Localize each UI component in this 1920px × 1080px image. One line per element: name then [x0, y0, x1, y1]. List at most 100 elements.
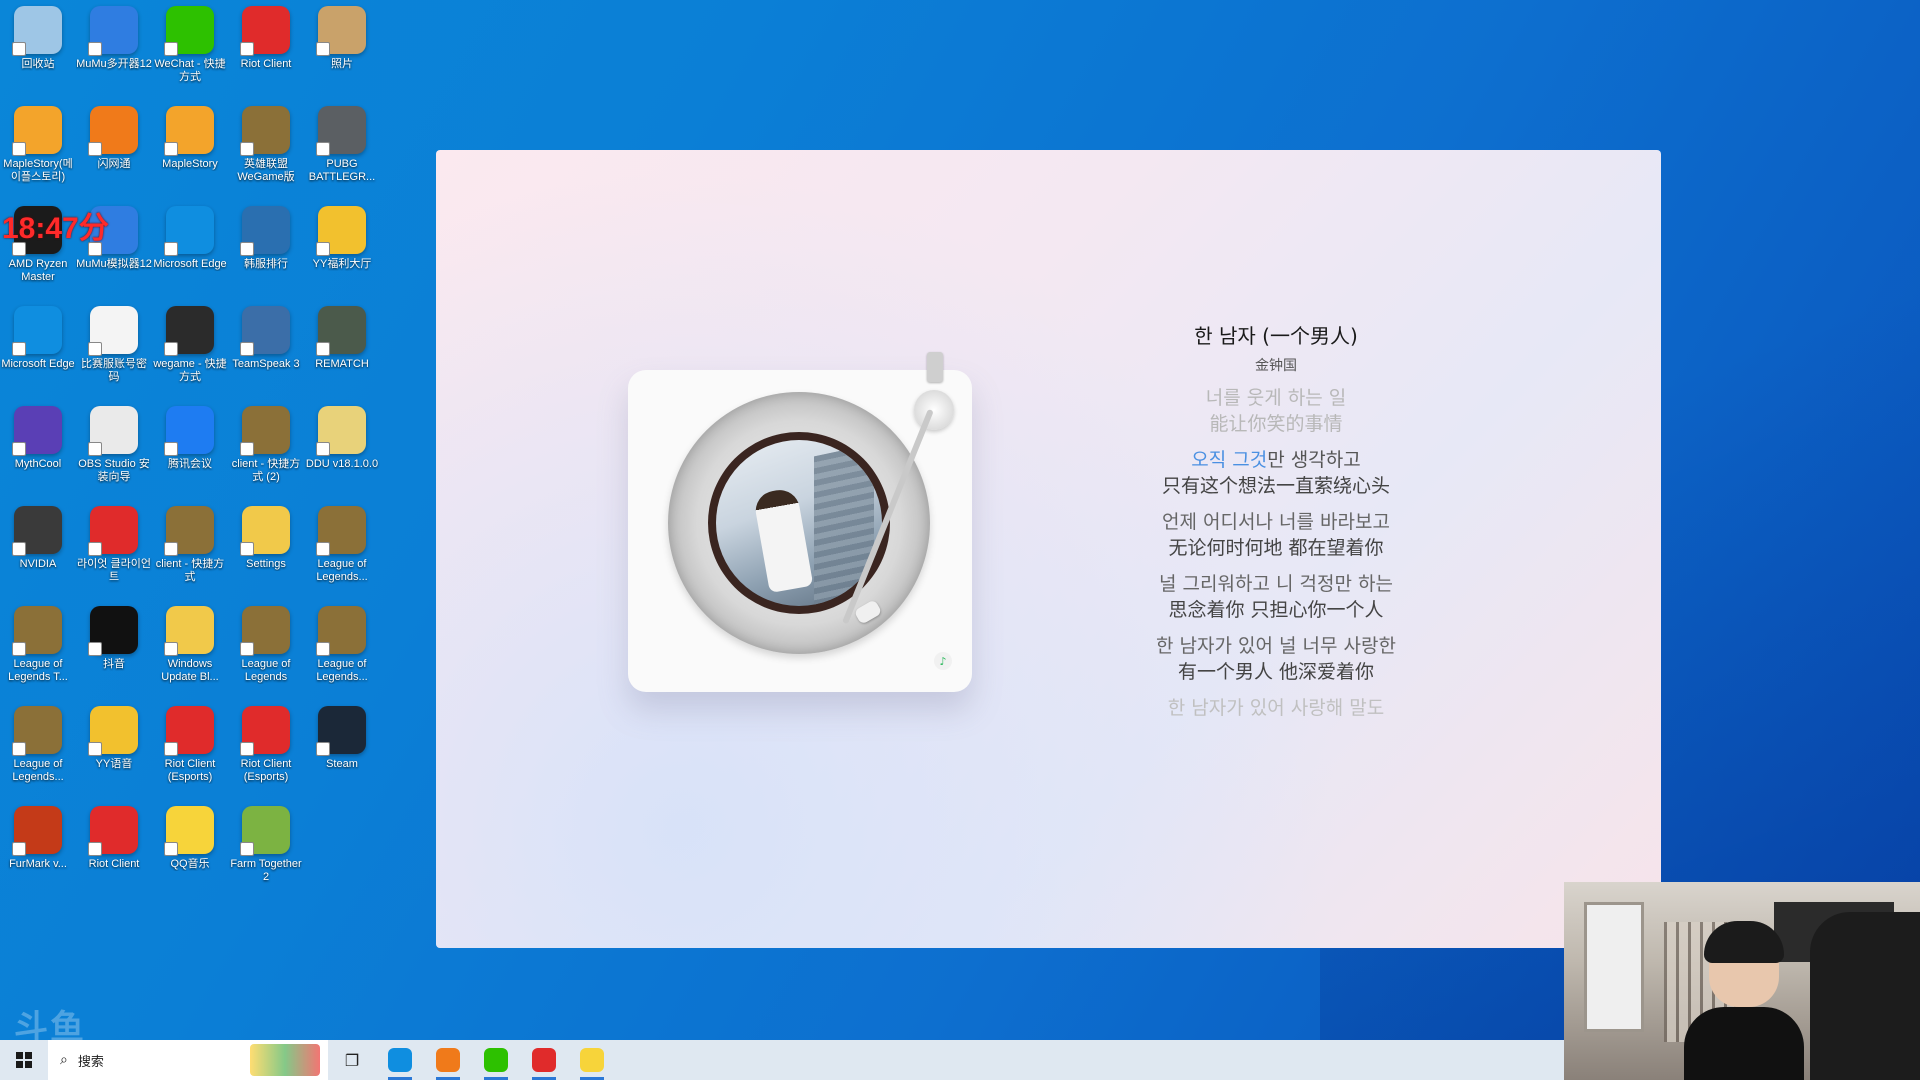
qq-music-taskbar[interactable]	[568, 1040, 616, 1080]
edge-taskbar[interactable]	[376, 1040, 424, 1080]
lyric-lines: 너를 웃게 하는 일 能让你笑的事情 오직 그것만 생각하고 只有这个想法一直萦绕心头…	[1116, 385, 1436, 721]
desktop-icon[interactable]: 比赛服账号密码	[76, 300, 152, 400]
desktop-icon[interactable]: TeamSpeak 3	[228, 300, 304, 400]
desktop-icon-label: Microsoft Edge	[153, 258, 227, 270]
turntable: ♪	[628, 352, 972, 692]
desktop-icon-label: League of Legends...	[316, 658, 368, 683]
album-cover-figure	[752, 486, 814, 594]
pubg-icon	[316, 106, 366, 156]
desktop-icon-label: 英雄联盟WeGame版	[237, 158, 295, 183]
desktop-icon[interactable]: PUBG BATTLEGR...	[304, 100, 380, 200]
desktop-icon[interactable]: Microsoft Edge	[0, 300, 76, 400]
tencent-meeting-icon	[164, 406, 214, 456]
app-orange-taskbar[interactable]	[424, 1040, 472, 1080]
desktop-icon-label: MapleStory(메이플스토리)	[3, 158, 73, 183]
qq-music-badge-icon[interactable]: ♪	[934, 652, 952, 670]
folder-icon	[164, 606, 214, 656]
desktop-icon[interactable]: MapleStory(메이플스토리)	[0, 100, 76, 200]
desktop-icon[interactable]: Settings	[228, 500, 304, 600]
desktop-icon[interactable]: wegame - 快捷方式	[152, 300, 228, 400]
lyric-chinese: 思念着你 只担心你一个人	[1168, 599, 1384, 621]
desktop-icon[interactable]: client - 快捷方式 (2)	[228, 400, 304, 500]
desktop-icon[interactable]: MythCool	[0, 400, 76, 500]
desktop-icon[interactable]: Riot Client (Esports)	[152, 700, 228, 800]
desktop-icon[interactable]: DDU v18.1.0.0	[304, 400, 380, 500]
webcam-person-hair	[1704, 921, 1784, 963]
desktop-icon[interactable]: League of Legends T...	[0, 600, 76, 700]
desktop-icon-label: League of Legends T...	[8, 658, 68, 683]
desktop-icon[interactable]: 英雄联盟WeGame版	[228, 100, 304, 200]
desktop-icon[interactable]: Riot Client	[228, 0, 304, 100]
desktop-icon[interactable]: OBS Studio 安装向导	[76, 400, 152, 500]
desktop-icon-label: Farm Together 2	[230, 858, 302, 883]
lol-icon	[316, 606, 366, 656]
desktop-icon-label: client - 快捷方式 (2)	[231, 458, 301, 483]
desktop-icon[interactable]: YY福利大厅	[304, 200, 380, 300]
desktop-icon[interactable]: 韩服排行	[228, 200, 304, 300]
desktop-icon[interactable]: QQ音乐	[152, 800, 228, 900]
desktop-icon[interactable]: Farm Together 2	[228, 800, 304, 900]
desktop-icon[interactable]: FurMark v...	[0, 800, 76, 900]
desktop-icon-label: 腾讯会议	[168, 458, 212, 470]
desktop-icon-label: REMATCH	[315, 358, 369, 370]
maplestory-icon	[12, 106, 62, 156]
desktop-icon[interactable]: YY语音	[76, 700, 152, 800]
lyric-line[interactable]: 한 남자가 있어 널 너무 사랑한 有一个男人 他深爱着你	[1116, 633, 1436, 685]
lyric-chinese: 有一个男人 他深爱着你	[1177, 661, 1375, 683]
lyric-chinese: 能让你笑的事情	[1209, 413, 1343, 435]
desktop-icon-label: 抖音	[103, 658, 125, 670]
lyric-line[interactable]: 언제 어디서나 너를 바라보고 无论何时何地 都在望着你	[1116, 509, 1436, 561]
desktop-icon[interactable]: League of Legends	[228, 600, 304, 700]
lyric-line[interactable]: 너를 웃게 하는 일 能让你笑的事情	[1116, 385, 1436, 437]
start-button[interactable]	[0, 1040, 48, 1080]
teamspeak-icon	[240, 306, 290, 356]
desktop-icon[interactable]: 腾讯会议	[152, 400, 228, 500]
desktop-icon[interactable]: League of Legends...	[304, 500, 380, 600]
folder-icon	[240, 506, 290, 556]
wechat-taskbar[interactable]	[472, 1040, 520, 1080]
lyric-line[interactable]: 한 남자가 있어 사랑해 말도	[1116, 695, 1436, 721]
overlay-timer-text: 18:47分	[2, 212, 109, 245]
riot-client-icon	[88, 806, 138, 856]
desktop-icon-label: 回收站	[21, 58, 55, 70]
desktop-icon[interactable]: MuMu多开器12	[76, 0, 152, 100]
album-cover-building	[814, 443, 874, 606]
desktop-icon[interactable]: League of Legends...	[304, 600, 380, 700]
lyric-korean: 한 남자가 있어 널 너무 사랑한	[1116, 633, 1436, 659]
desktop-icon-label: 韩服排行	[244, 258, 288, 270]
douyin-icon	[88, 606, 138, 656]
desktop-icon[interactable]: League of Legends...	[0, 700, 76, 800]
desktop-icon[interactable]: 闪网通	[76, 100, 152, 200]
album-cover	[716, 440, 882, 606]
desktop-icon[interactable]: NVIDIA	[0, 500, 76, 600]
desktop-icon[interactable]: Riot Client (Esports)	[228, 700, 304, 800]
desktop-icon[interactable]: Steam	[304, 700, 380, 800]
lyric-line[interactable]: 널 그리워하고 니 걱정만 하는 思念着你 只担心你一个人	[1116, 571, 1436, 623]
desktop-icon[interactable]: 回收站	[0, 0, 76, 100]
lyric-korean-text: 한 남자가 있어 널 너무 사랑한	[1156, 635, 1396, 657]
tonearm-pivot[interactable]	[914, 390, 954, 430]
desktop-icon[interactable]: MapleStory	[152, 100, 228, 200]
lyric-chinese: 只有这个想法一直萦绕心头	[1161, 475, 1390, 497]
webcam-person-body	[1684, 1007, 1804, 1080]
desktop-icon[interactable]: REMATCH	[304, 300, 380, 400]
task-view-button[interactable]: ❐	[328, 1040, 376, 1080]
desktop-icon[interactable]: Windows Update Bl...	[152, 600, 228, 700]
desktop-icon[interactable]: WeChat - 快捷方式	[152, 0, 228, 100]
mythcool-icon	[12, 406, 62, 456]
lol-wegame-icon	[240, 106, 290, 156]
lyric-line[interactable]: 오직 그것만 생각하고 只有这个想法一直萦绕心头	[1116, 447, 1436, 499]
desktop-icon[interactable]: Riot Client	[76, 800, 152, 900]
shanwangtong-icon	[88, 106, 138, 156]
desktop-icon[interactable]: Microsoft Edge	[152, 200, 228, 300]
desktop-icon[interactable]: 抖音	[76, 600, 152, 700]
desktop-icon[interactable]: 라이엇 클라이언트	[76, 500, 152, 600]
desktop-icon[interactable]: 照片	[304, 0, 380, 100]
desktop-icon[interactable]: client - 快捷方式	[152, 500, 228, 600]
taskbar-search[interactable]: ⌕ 搜索	[48, 1040, 328, 1080]
riot-taskbar[interactable]	[520, 1040, 568, 1080]
edge-taskbar-icon	[388, 1048, 412, 1072]
webcam-door	[1584, 902, 1644, 1032]
desktop-icon-label: YY语音	[95, 758, 133, 770]
rematch-icon	[316, 306, 366, 356]
